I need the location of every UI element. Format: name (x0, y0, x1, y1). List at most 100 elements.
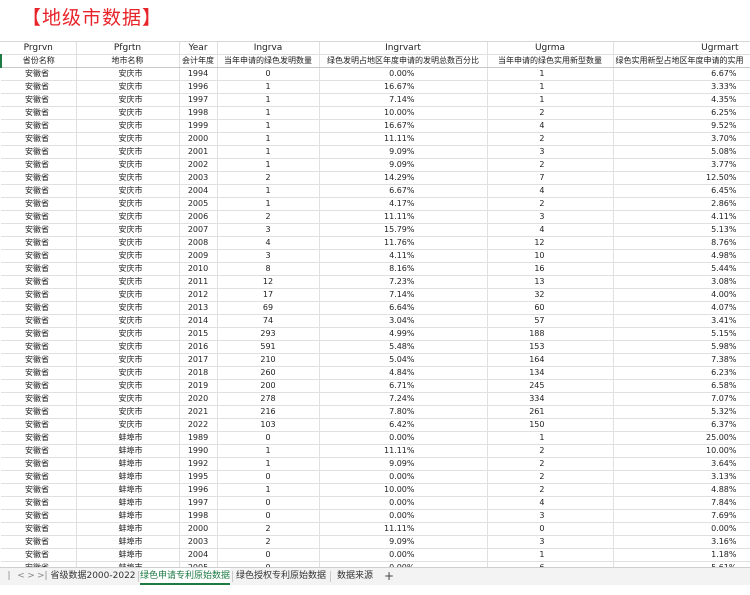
ugrma-cell[interactable]: 261 (487, 406, 613, 419)
ugrma-cell[interactable]: 2 (487, 198, 613, 211)
last-sheet-nav-icon[interactable]: >| (37, 570, 47, 582)
ingrva-cell[interactable]: 1 (217, 107, 319, 120)
header-name-cell[interactable]: 当年申请的绿色发明数量 (217, 55, 319, 68)
ingrvart-cell[interactable]: 6.64% (319, 302, 487, 315)
ugrma-cell[interactable]: 0 (487, 523, 613, 536)
ugrmart-cell[interactable]: 5.98% (613, 341, 750, 354)
year-cell[interactable]: 1990 (179, 445, 217, 458)
header-name-cell[interactable]: 会计年度 (179, 55, 217, 68)
ingrvart-cell[interactable]: 11.11% (319, 523, 487, 536)
year-cell[interactable]: 2002 (179, 159, 217, 172)
ugrma-cell[interactable]: 4 (487, 497, 613, 510)
province-cell[interactable]: 安徽省 (1, 536, 76, 549)
city-cell[interactable]: 安庆市 (76, 133, 179, 146)
ugrmart-cell[interactable]: 4.35% (613, 94, 750, 107)
ugrmart-cell[interactable]: 6.67% (613, 68, 750, 81)
ugrmart-cell[interactable]: 0.00% (613, 523, 750, 536)
ingrva-cell[interactable]: 0 (217, 497, 319, 510)
province-cell[interactable]: 安徽省 (1, 497, 76, 510)
ugrma-cell[interactable]: 4 (487, 120, 613, 133)
ingrva-cell[interactable]: 1 (217, 120, 319, 133)
city-cell[interactable]: 安庆市 (76, 120, 179, 133)
ugrmart-cell[interactable]: 4.07% (613, 302, 750, 315)
prev-sheet-nav-icon[interactable]: < (16, 570, 26, 582)
year-cell[interactable]: 2008 (179, 237, 217, 250)
ugrma-cell[interactable]: 3 (487, 146, 613, 159)
ugrmart-cell[interactable]: 3.64% (613, 458, 750, 471)
year-cell[interactable]: 2000 (179, 523, 217, 536)
ugrmart-cell[interactable]: 7.07% (613, 393, 750, 406)
year-cell[interactable]: 1989 (179, 432, 217, 445)
ugrma-cell[interactable]: 164 (487, 354, 613, 367)
ingrva-cell[interactable]: 3 (217, 224, 319, 237)
year-cell[interactable]: 1998 (179, 510, 217, 523)
ingrvart-cell[interactable]: 14.29% (319, 172, 487, 185)
header-code-cell[interactable]: Year (179, 42, 217, 55)
province-cell[interactable]: 安徽省 (1, 133, 76, 146)
ingrvart-cell[interactable]: 9.09% (319, 146, 487, 159)
tab-green-grant-raw[interactable]: 绿色授权专利原始数据 (234, 568, 328, 585)
header-code-cell[interactable]: Ingrvart (319, 42, 487, 55)
province-cell[interactable]: 安徽省 (1, 120, 76, 133)
city-cell[interactable]: 安庆市 (76, 81, 179, 94)
ingrva-cell[interactable]: 69 (217, 302, 319, 315)
ingrvart-cell[interactable]: 9.09% (319, 159, 487, 172)
ugrma-cell[interactable]: 2 (487, 458, 613, 471)
ingrvart-cell[interactable]: 11.11% (319, 211, 487, 224)
year-cell[interactable]: 1992 (179, 458, 217, 471)
city-cell[interactable]: 安庆市 (76, 302, 179, 315)
ugrma-cell[interactable]: 2 (487, 107, 613, 120)
ugrmart-cell[interactable]: 3.13% (613, 471, 750, 484)
city-cell[interactable]: 安庆市 (76, 185, 179, 198)
province-cell[interactable]: 安徽省 (1, 445, 76, 458)
city-cell[interactable]: 安庆市 (76, 393, 179, 406)
ugrmart-cell[interactable]: 3.77% (613, 159, 750, 172)
ingrva-cell[interactable]: 17 (217, 289, 319, 302)
province-cell[interactable]: 安徽省 (1, 224, 76, 237)
ingrva-cell[interactable]: 1 (217, 94, 319, 107)
ingrvart-cell[interactable]: 9.09% (319, 536, 487, 549)
ingrvart-cell[interactable]: 7.80% (319, 406, 487, 419)
ugrma-cell[interactable]: 153 (487, 341, 613, 354)
province-cell[interactable]: 安徽省 (1, 510, 76, 523)
ugrmart-cell[interactable]: 1.18% (613, 549, 750, 562)
province-cell[interactable]: 安徽省 (1, 276, 76, 289)
year-cell[interactable]: 2004 (179, 185, 217, 198)
first-sheet-nav-icon[interactable]: |< (4, 570, 14, 582)
ugrma-cell[interactable]: 334 (487, 393, 613, 406)
year-cell[interactable]: 2001 (179, 146, 217, 159)
year-cell[interactable]: 2022 (179, 419, 217, 432)
city-cell[interactable]: 安庆市 (76, 354, 179, 367)
province-cell[interactable]: 安徽省 (1, 341, 76, 354)
tab-data-source[interactable]: 数据来源 (332, 568, 378, 585)
header-code-cell[interactable]: Ugrmart (613, 42, 750, 55)
ingrvart-cell[interactable]: 5.48% (319, 341, 487, 354)
ingrva-cell[interactable]: 1 (217, 159, 319, 172)
year-cell[interactable]: 2006 (179, 211, 217, 224)
province-cell[interactable]: 安徽省 (1, 419, 76, 432)
ingrvart-cell[interactable]: 4.17% (319, 198, 487, 211)
city-cell[interactable]: 蚌埠市 (76, 445, 179, 458)
ugrma-cell[interactable]: 2 (487, 471, 613, 484)
year-cell[interactable]: 2000 (179, 133, 217, 146)
ugrmart-cell[interactable]: 6.23% (613, 367, 750, 380)
year-cell[interactable]: 2017 (179, 354, 217, 367)
year-cell[interactable]: 2009 (179, 250, 217, 263)
ingrvart-cell[interactable]: 11.76% (319, 237, 487, 250)
ingrva-cell[interactable]: 74 (217, 315, 319, 328)
ingrva-cell[interactable]: 278 (217, 393, 319, 406)
ugrma-cell[interactable]: 188 (487, 328, 613, 341)
city-cell[interactable]: 安庆市 (76, 367, 179, 380)
province-cell[interactable]: 安徽省 (1, 185, 76, 198)
ingrva-cell[interactable]: 1 (217, 146, 319, 159)
add-sheet-icon[interactable]: + (382, 568, 396, 585)
header-code-cell[interactable]: Ugrma (487, 42, 613, 55)
ingrvart-cell[interactable]: 10.00% (319, 484, 487, 497)
year-cell[interactable]: 1996 (179, 484, 217, 497)
city-cell[interactable]: 安庆市 (76, 107, 179, 120)
ingrva-cell[interactable]: 1 (217, 458, 319, 471)
year-cell[interactable]: 1997 (179, 94, 217, 107)
ingrva-cell[interactable]: 216 (217, 406, 319, 419)
ingrva-cell[interactable]: 0 (217, 549, 319, 562)
ugrmart-cell[interactable]: 8.76% (613, 237, 750, 250)
